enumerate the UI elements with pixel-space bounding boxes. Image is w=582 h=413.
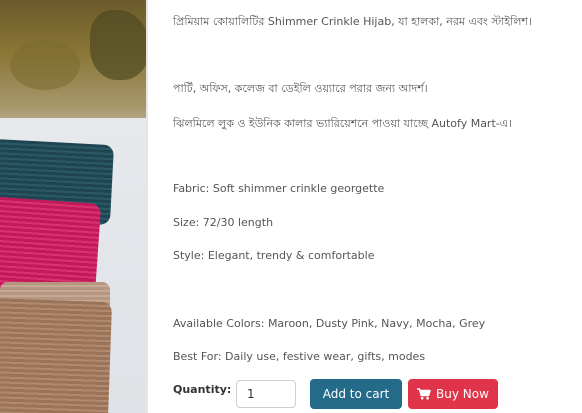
hijab-mocha xyxy=(0,297,113,413)
image-divider xyxy=(146,0,148,413)
product-image xyxy=(0,0,148,413)
fabric-spec: Fabric: Soft shimmer crinkle georgette xyxy=(173,182,385,195)
description-line: পার্টি, অফিস, কলেজ বা ডেইলি ওয়্যারে পরা… xyxy=(173,82,428,95)
quantity-input[interactable] xyxy=(236,380,296,408)
shopping-cart-icon xyxy=(417,388,431,400)
add-to-cart-label: Add to cart xyxy=(322,387,390,401)
add-to-cart-button[interactable]: Add to cart xyxy=(310,379,402,409)
size-spec: Size: 72/30 length xyxy=(173,216,274,229)
style-spec: Style: Elegant, trendy & comfortable xyxy=(173,249,375,262)
photo-foliage-2 xyxy=(10,40,80,90)
buy-now-button[interactable]: Buy Now xyxy=(408,379,498,409)
best-for: Best For: Daily use, festive wear, gifts… xyxy=(173,350,426,363)
quantity-label: Quantity: xyxy=(173,383,232,396)
description-line: ঝিলমিলে লুক ও ইউনিক কালার ভ্যারিয়েশনে প… xyxy=(173,117,513,130)
buy-now-label: Buy Now xyxy=(436,387,489,401)
description-line: প্রিমিয়াম কোয়ালিটির Shimmer Crinkle Hi… xyxy=(173,15,532,28)
photo-foliage xyxy=(90,10,148,80)
available-colors: Available Colors: Maroon, Dusty Pink, Na… xyxy=(173,317,486,330)
